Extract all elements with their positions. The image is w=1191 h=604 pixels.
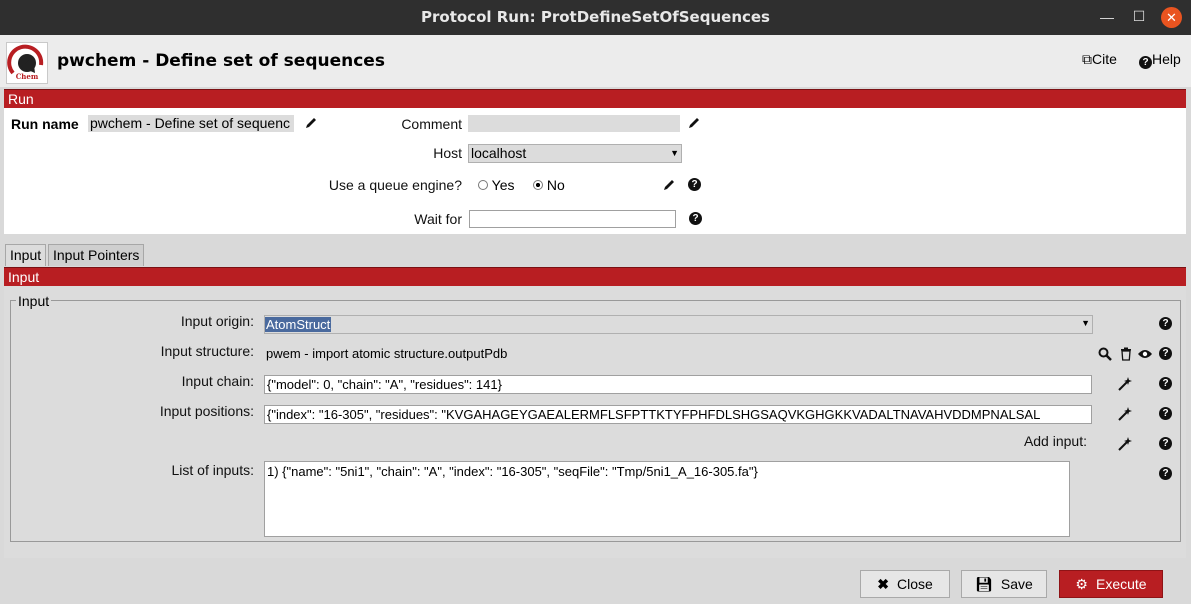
close-button[interactable]: ✖ Close (860, 570, 950, 598)
radio-selected-icon (533, 180, 543, 190)
minimize-icon[interactable]: — (1097, 9, 1117, 25)
wizard-wand-icon[interactable] (1117, 376, 1133, 392)
window-close-icon[interactable]: ✕ (1161, 7, 1182, 28)
positions-help-icon[interactable]: ? (1159, 407, 1172, 420)
run-name-label: Run name (11, 116, 79, 132)
queue-no-label: No (546, 177, 565, 193)
close-x-icon: ✖ (877, 576, 889, 592)
edit-comment-icon[interactable] (687, 116, 701, 130)
execute-label: Execute (1095, 576, 1147, 592)
add-input-help-icon[interactable]: ? (1159, 437, 1172, 450)
input-section-header: Input (4, 267, 1186, 286)
window-titlebar: Protocol Run: ProtDefineSetOfSequences —… (0, 0, 1191, 35)
cite-label: Cite (1092, 51, 1117, 67)
close-label: Close (896, 576, 933, 592)
structure-help-icon[interactable]: ? (1159, 347, 1172, 360)
edit-queue-icon[interactable] (662, 178, 676, 192)
host-value: localhost (471, 145, 527, 161)
list-of-inputs-label: List of inputs: (171, 462, 255, 478)
edit-run-name-icon[interactable] (304, 116, 318, 130)
execute-button[interactable]: ⚙ Execute (1059, 570, 1163, 598)
list-item[interactable]: 1) {"name": "5ni1", "chain": "A", "index… (265, 462, 1069, 481)
queue-yes-radio[interactable]: Yes (478, 177, 514, 193)
wizard-wand-icon[interactable] (1117, 406, 1133, 422)
wait-for-help-icon[interactable]: ? (689, 212, 702, 225)
tab-input-pointers[interactable]: Input Pointers (48, 244, 145, 266)
queue-yes-label: Yes (491, 177, 515, 193)
save-button[interactable]: 💾︎ Save (961, 570, 1047, 598)
eye-icon[interactable] (1137, 348, 1153, 360)
trash-icon[interactable] (1120, 347, 1132, 361)
input-origin-select[interactable]: AtomStruct ▼ (264, 315, 1093, 334)
window-title: Protocol Run: ProtDefineSetOfSequences (421, 8, 770, 26)
run-section-header: Run (4, 89, 1186, 108)
input-chain-label: Input chain: (181, 373, 254, 389)
external-link-icon: ⧉ (1082, 51, 1092, 67)
input-positions-label: Input positions: (159, 403, 254, 419)
search-icon[interactable] (1098, 347, 1112, 361)
comment-label: Comment (401, 116, 462, 132)
queue-help-icon[interactable]: ? (688, 178, 701, 191)
queue-no-radio[interactable]: No (533, 177, 565, 193)
cite-link[interactable]: ⧉Cite (1082, 51, 1117, 68)
origin-help-icon[interactable]: ? (1159, 317, 1172, 330)
help-link[interactable]: ? Help (1139, 51, 1181, 69)
wait-for-input[interactable] (469, 210, 676, 228)
chain-help-icon[interactable]: ? (1159, 377, 1172, 390)
help-icon: ? (1139, 56, 1152, 69)
input-structure-label: Input structure: (160, 343, 254, 359)
groupbox-label: Input (16, 293, 52, 309)
host-label: Host (433, 145, 462, 161)
add-input-label: Add input: (1023, 433, 1087, 449)
floppy-disk-icon: 💾︎ (975, 576, 993, 592)
tab-input[interactable]: Input (5, 244, 47, 266)
dropdown-arrow-icon: ▼ (670, 148, 679, 158)
protocol-title: pwchem - Define set of sequences (57, 51, 385, 71)
host-select[interactable]: localhost ▼ (468, 144, 682, 163)
origin-value: AtomStruct (265, 317, 332, 332)
gears-icon: ⚙ (1075, 576, 1088, 592)
add-input-wand-icon[interactable] (1117, 436, 1133, 452)
list-help-icon[interactable]: ? (1159, 467, 1172, 480)
scipion-chem-logo: Chem (6, 42, 48, 84)
input-chain-field[interactable]: {"model": 0, "chain": "A", "residues": 1… (264, 375, 1092, 394)
queue-engine-label: Use a queue engine? (328, 177, 462, 193)
save-label: Save (1000, 576, 1033, 592)
wait-for-label: Wait for (414, 211, 462, 227)
list-of-inputs-box[interactable]: 1) {"name": "5ni1", "chain": "A", "index… (264, 461, 1070, 537)
input-structure-field[interactable]: pwem - import atomic structure.outputPdb (264, 345, 1092, 362)
input-origin-label: Input origin: (180, 313, 254, 329)
help-label: Help (1152, 51, 1181, 67)
maximize-icon[interactable]: ☐ (1129, 8, 1149, 25)
run-name-field[interactable]: pwchem - Define set of sequenc (88, 115, 294, 132)
radio-empty-icon (478, 180, 488, 190)
comment-field[interactable] (468, 115, 680, 132)
logo-text: Chem (15, 72, 39, 81)
dropdown-arrow-icon: ▼ (1081, 318, 1090, 328)
input-positions-field[interactable]: {"index": "16-305", "residues": "KVGAHAG… (264, 405, 1092, 424)
